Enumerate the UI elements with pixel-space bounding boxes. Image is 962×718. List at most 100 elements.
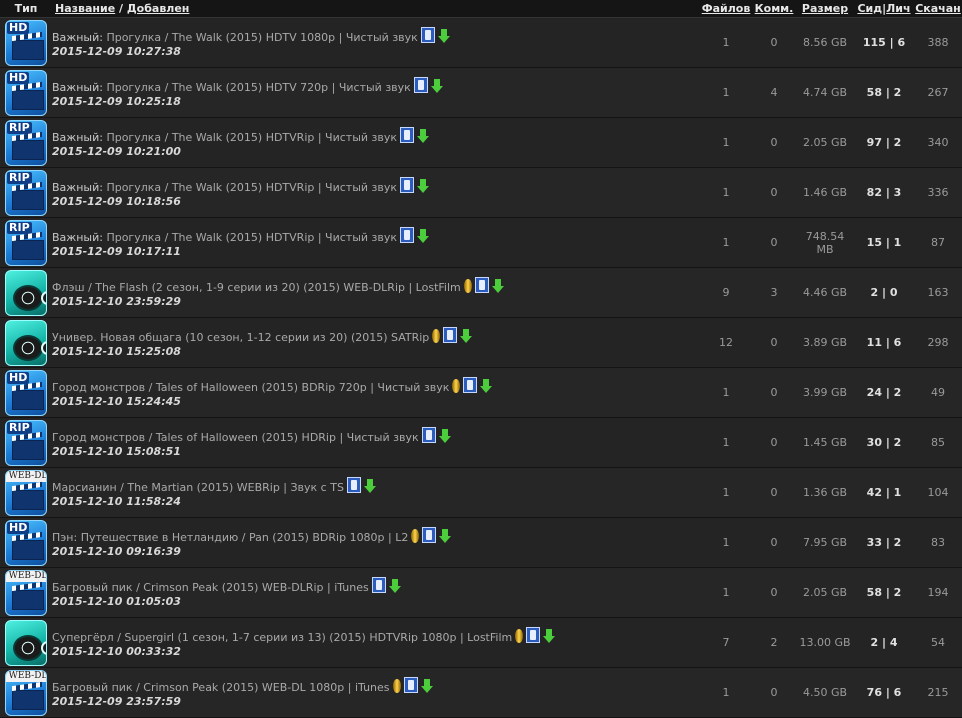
sort-by-name-link[interactable]: Название [55, 2, 115, 15]
download-arrow-icon[interactable] [491, 279, 504, 293]
magnet-icon[interactable] [413, 77, 428, 93]
magnet-icon[interactable] [346, 477, 361, 493]
download-arrow-icon[interactable] [430, 79, 443, 93]
rip-category-icon[interactable]: RIP [5, 219, 47, 266]
torrent-title-link[interactable]: Супергёрл / Supergirl (1 сезон, 1-7 сери… [52, 631, 512, 644]
download-arrow-icon[interactable] [480, 379, 493, 393]
type-cell: HD [0, 67, 52, 118]
table-header: Тип Название / Добавлен Файлов Комм. Раз… [0, 0, 962, 18]
download-arrow-icon[interactable] [417, 229, 430, 243]
important-label: Важный: [52, 131, 103, 144]
table-row: HD Важный: Прогулка / The Walk (2015) HDT… [0, 17, 962, 68]
seed-count: 24 [866, 386, 882, 399]
sort-by-leech-link[interactable]: Лич [886, 2, 910, 15]
download-arrow-icon[interactable] [543, 629, 556, 643]
magnet-icon[interactable] [371, 577, 386, 593]
magnet-icon[interactable] [400, 127, 415, 143]
downloaded-count: 267 [914, 67, 962, 118]
torrent-title-link[interactable]: Прогулка / The Walk (2015) HDTVRip | Чис… [106, 131, 397, 144]
seed-leech: 24 | 2 [854, 367, 914, 418]
leech-count: 2 [893, 536, 902, 549]
magnet-icon[interactable] [400, 177, 415, 193]
serial-category-icon[interactable] [5, 619, 47, 666]
sort-by-seed-link[interactable]: Сид [857, 2, 882, 15]
web-dl-category-icon[interactable]: WEB-DL [5, 669, 47, 716]
magnet-icon[interactable] [474, 277, 489, 293]
sort-by-downloaded-link[interactable]: Скачан [915, 2, 961, 15]
seed-count: 42 [866, 486, 882, 499]
comments-count: 0 [752, 667, 796, 718]
table-row: Универ. Новая общага (10 сезон, 1-12 сер… [0, 317, 962, 368]
title-cell: Важный: Прогулка / The Walk (2015) HDTVR… [52, 167, 700, 218]
web-dl-category-icon[interactable]: WEB-DL [5, 569, 47, 616]
size-value: 2.05 GB [796, 117, 854, 168]
title-cell: Багровый пик / Crimson Peak (2015) WEB-D… [52, 667, 700, 718]
torrent-title-link[interactable]: Универ. Новая общага (10 сезон, 1-12 сер… [52, 331, 429, 344]
type-cell: HD [0, 517, 52, 568]
comments-count: 0 [752, 117, 796, 168]
rip-category-icon[interactable]: RIP [5, 419, 47, 466]
torrent-title-link[interactable]: Прогулка / The Walk (2015) HDTV 1080p | … [106, 31, 417, 44]
downloaded-count: 388 [914, 17, 962, 68]
sort-by-comments-link[interactable]: Комм. [755, 2, 794, 15]
seed-leech: 58 | 2 [854, 67, 914, 118]
leech-count: 2 [893, 86, 902, 99]
torrent-title-link[interactable]: Город монстров / Tales of Halloween (201… [52, 381, 449, 394]
col-downloaded: Скачан [914, 0, 962, 18]
leech-count: 3 [893, 186, 902, 199]
torrent-title-link[interactable]: Прогулка / The Walk (2015) HDTV 720p | Ч… [106, 81, 410, 94]
magnet-icon[interactable] [420, 27, 435, 43]
magnet-icon[interactable] [443, 327, 458, 343]
download-arrow-icon[interactable] [460, 329, 473, 343]
added-date: 2015-12-10 15:08:51 [52, 445, 181, 458]
serial-category-icon[interactable] [5, 319, 47, 366]
magnet-icon[interactable] [400, 227, 415, 243]
gold-icon [515, 629, 524, 643]
table-row: HD Пэн: Путешествие в Нетландию / Pan (20… [0, 517, 962, 568]
seed-count: 11 [866, 336, 882, 349]
downloaded-count: 54 [914, 617, 962, 668]
seed-count: 97 [866, 136, 882, 149]
seed-leech: 115 | 6 [854, 17, 914, 68]
torrent-title-link[interactable]: Багровый пик / Crimson Peak (2015) WEB-D… [52, 681, 390, 694]
torrent-title-link[interactable]: Багровый пик / Crimson Peak (2015) WEB-D… [52, 581, 369, 594]
files-count: 1 [700, 17, 752, 68]
torrent-title-link[interactable]: Пэн: Путешествие в Нетландию / Pan (2015… [52, 531, 408, 544]
rip-category-icon[interactable]: RIP [5, 169, 47, 216]
sort-by-files-link[interactable]: Файлов [702, 2, 751, 15]
magnet-icon[interactable] [422, 527, 437, 543]
title-cell: Важный: Прогулка / The Walk (2015) HDTVR… [52, 117, 700, 168]
magnet-icon[interactable] [526, 627, 541, 643]
comments-count: 0 [752, 467, 796, 518]
download-arrow-icon[interactable] [437, 29, 450, 43]
rip-category-icon[interactable]: RIP [5, 119, 47, 166]
table-row: Флэш / The Flash (2 сезон, 1-9 серии из … [0, 267, 962, 318]
download-arrow-icon[interactable] [417, 179, 430, 193]
torrent-title-link[interactable]: Город монстров / Tales of Halloween (201… [52, 431, 419, 444]
torrent-table: Тип Название / Добавлен Файлов Комм. Раз… [0, 0, 962, 718]
hd-category-icon[interactable]: HD [5, 69, 47, 116]
download-arrow-icon[interactable] [420, 679, 433, 693]
sort-by-size-link[interactable]: Размер [802, 2, 848, 15]
torrent-title-link[interactable]: Прогулка / The Walk (2015) HDTVRip | Чис… [106, 231, 397, 244]
downloaded-count: 298 [914, 317, 962, 368]
magnet-icon[interactable] [403, 677, 418, 693]
magnet-icon[interactable] [463, 377, 478, 393]
hd-category-icon[interactable]: HD [5, 519, 47, 566]
torrent-title-link[interactable]: Прогулка / The Walk (2015) HDTVRip | Чис… [106, 181, 397, 194]
web-dl-category-icon[interactable]: WEB-DL [5, 469, 47, 516]
torrent-title-link[interactable]: Марсианин / The Martian (2015) WEBRip | … [52, 481, 344, 494]
magnet-icon[interactable] [421, 427, 436, 443]
serial-category-icon[interactable] [5, 269, 47, 316]
download-arrow-icon[interactable] [439, 529, 452, 543]
hd-category-icon[interactable]: HD [5, 19, 47, 66]
download-arrow-icon[interactable] [388, 579, 401, 593]
downloaded-count: 85 [914, 417, 962, 468]
torrent-title-link[interactable]: Флэш / The Flash (2 сезон, 1-9 серии из … [52, 281, 461, 294]
download-arrow-icon[interactable] [417, 129, 430, 143]
download-arrow-icon[interactable] [438, 429, 451, 443]
sort-by-added-link[interactable]: Добавлен [127, 2, 190, 15]
download-arrow-icon[interactable] [363, 479, 376, 493]
size-value: 13.00 GB [796, 617, 854, 668]
hd-category-icon[interactable]: HD [5, 369, 47, 416]
